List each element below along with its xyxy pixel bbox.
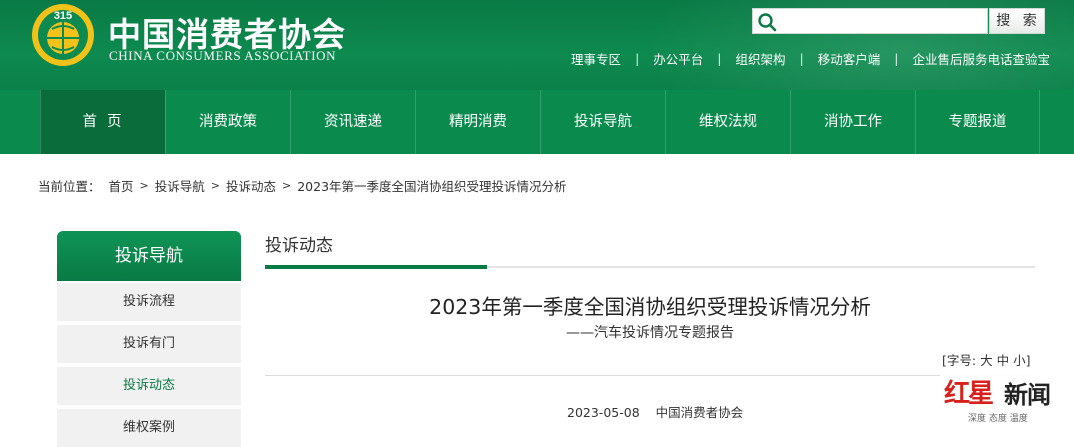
chevron-right-icon: > xyxy=(210,179,220,192)
section-divider-accent xyxy=(265,265,487,269)
sidebar-item-channels[interactable]: 投诉有门 xyxy=(57,325,241,363)
search-button[interactable]: 搜 索 xyxy=(989,8,1045,34)
article-subtitle: ——汽车投诉情况专题报告 xyxy=(566,325,734,341)
font-size-large[interactable]: 大 xyxy=(980,353,993,368)
watermark-tagline: 深度 态度 温度 xyxy=(968,414,1028,424)
font-size-medium[interactable]: 中 xyxy=(997,353,1010,368)
article-title: 2023年第一季度全国消协组织受理投诉情况分析 xyxy=(429,295,871,319)
nav-item-smart-consumption[interactable]: 精明消费 xyxy=(415,90,540,154)
sidebar-item-complaint-news[interactable]: 投诉动态 xyxy=(57,367,241,405)
chevron-right-icon: > xyxy=(282,179,292,192)
divider: | xyxy=(799,50,804,66)
top-links: 理事专区 | 办公平台 | 组织架构 | 移动客户端 | 企业售后服务电话查验宝 xyxy=(570,49,1050,67)
watermark-logo: 红星 新闻 深度 态度 温度 xyxy=(940,371,1068,427)
nav-item-home[interactable]: 首页 xyxy=(40,90,165,154)
nav-item-regulations[interactable]: 维权法规 xyxy=(665,90,790,154)
watermark-red-text: 红星 xyxy=(944,379,994,409)
main-nav: 首页 消费政策 资讯速递 精明消费 投诉导航 维权法规 消协工作 专题报道 xyxy=(0,90,1074,154)
publish-date: 2023-05-08 xyxy=(567,405,640,420)
sidebar-item-cases[interactable]: 维权案例 xyxy=(57,409,241,447)
nav-item-policy[interactable]: 消费政策 xyxy=(165,90,290,154)
svg-text:315: 315 xyxy=(54,10,72,22)
divider: | xyxy=(894,50,899,66)
search-input[interactable] xyxy=(779,10,985,32)
breadcrumb-complaint-guide[interactable]: 投诉导航 xyxy=(155,176,205,195)
font-size-label: [字号: xyxy=(942,353,977,368)
sidebar-title: 投诉导航 xyxy=(57,231,241,281)
sidebar-item-process[interactable]: 投诉流程 xyxy=(57,283,241,321)
breadcrumb-home[interactable]: 首页 xyxy=(109,176,134,195)
top-link-office[interactable]: 办公平台 xyxy=(653,49,703,68)
section-title: 投诉动态 xyxy=(265,236,333,256)
divider: | xyxy=(635,50,640,66)
top-link-aftersales[interactable]: 企业售后服务电话查验宝 xyxy=(912,49,1050,68)
breadcrumb-complaint-news[interactable]: 投诉动态 xyxy=(226,176,276,195)
brand-name-en: CHINA CONSUMERS ASSOCIATION xyxy=(109,48,337,63)
chevron-right-icon: > xyxy=(139,179,149,192)
search-icon xyxy=(758,13,777,32)
top-link-structure[interactable]: 组织架构 xyxy=(736,49,786,68)
search-box xyxy=(752,8,988,34)
cca-logo-icon[interactable]: 315 xyxy=(30,2,96,68)
breadcrumb-current: 2023年第一季度全国消协组织受理投诉情况分析 xyxy=(297,179,567,194)
font-size-small[interactable]: 小 xyxy=(1013,353,1026,368)
divider: | xyxy=(717,50,722,66)
watermark-black-text: 新闻 xyxy=(1004,380,1051,409)
top-link-council[interactable]: 理事专区 xyxy=(571,49,621,68)
nav-item-special-reports[interactable]: 专题报道 xyxy=(915,90,1040,154)
meta-divider xyxy=(265,375,1035,376)
site-header: 315 中国消费者协会 CHINA CONSUMERS ASSOCIATION … xyxy=(0,0,1074,90)
nav-item-association-work[interactable]: 消协工作 xyxy=(790,90,915,154)
nav-item-complaint-guide[interactable]: 投诉导航 xyxy=(540,90,665,154)
font-size-end: ] xyxy=(1025,353,1031,368)
breadcrumb: 当前位置： 首页 > 投诉导航 > 投诉动态 > 2023年第一季度全国消协组织… xyxy=(38,176,567,195)
font-size-control: [字号: 大中小] xyxy=(942,350,1031,369)
article-meta: 2023-05-08 中国消费者协会 xyxy=(567,402,743,421)
top-link-mobile[interactable]: 移动客户端 xyxy=(818,49,881,68)
article-source: 中国消费者协会 xyxy=(655,405,744,420)
breadcrumb-prefix: 当前位置： xyxy=(38,179,101,194)
nav-item-news[interactable]: 资讯速递 xyxy=(290,90,415,154)
